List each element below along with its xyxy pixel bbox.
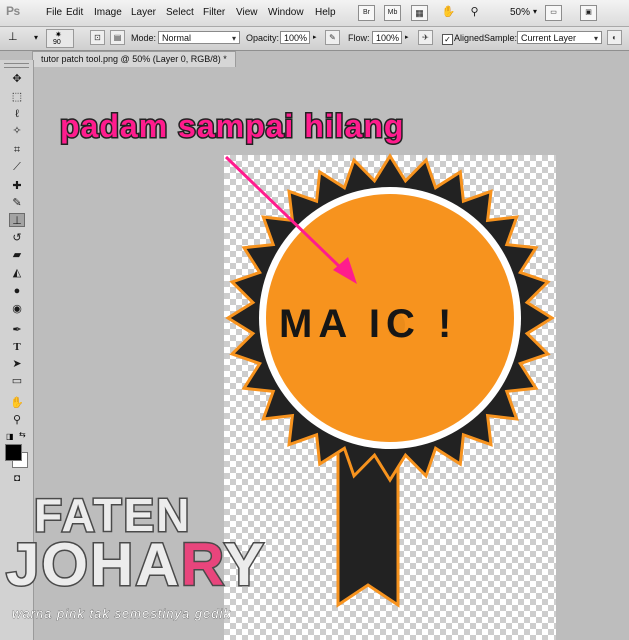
watermark-line2-b: Y (222, 530, 266, 600)
watermark-tagline: warna pink tak semestinya gedik (12, 606, 231, 622)
badge-text: MA IC ! (279, 302, 458, 346)
watermark-line2: JOHARY (5, 530, 266, 600)
watermark-line2-a: JOHA (5, 530, 181, 600)
annotation-text: padam sampai hilang (58, 107, 405, 146)
watermark-line2-r: R (179, 530, 224, 600)
